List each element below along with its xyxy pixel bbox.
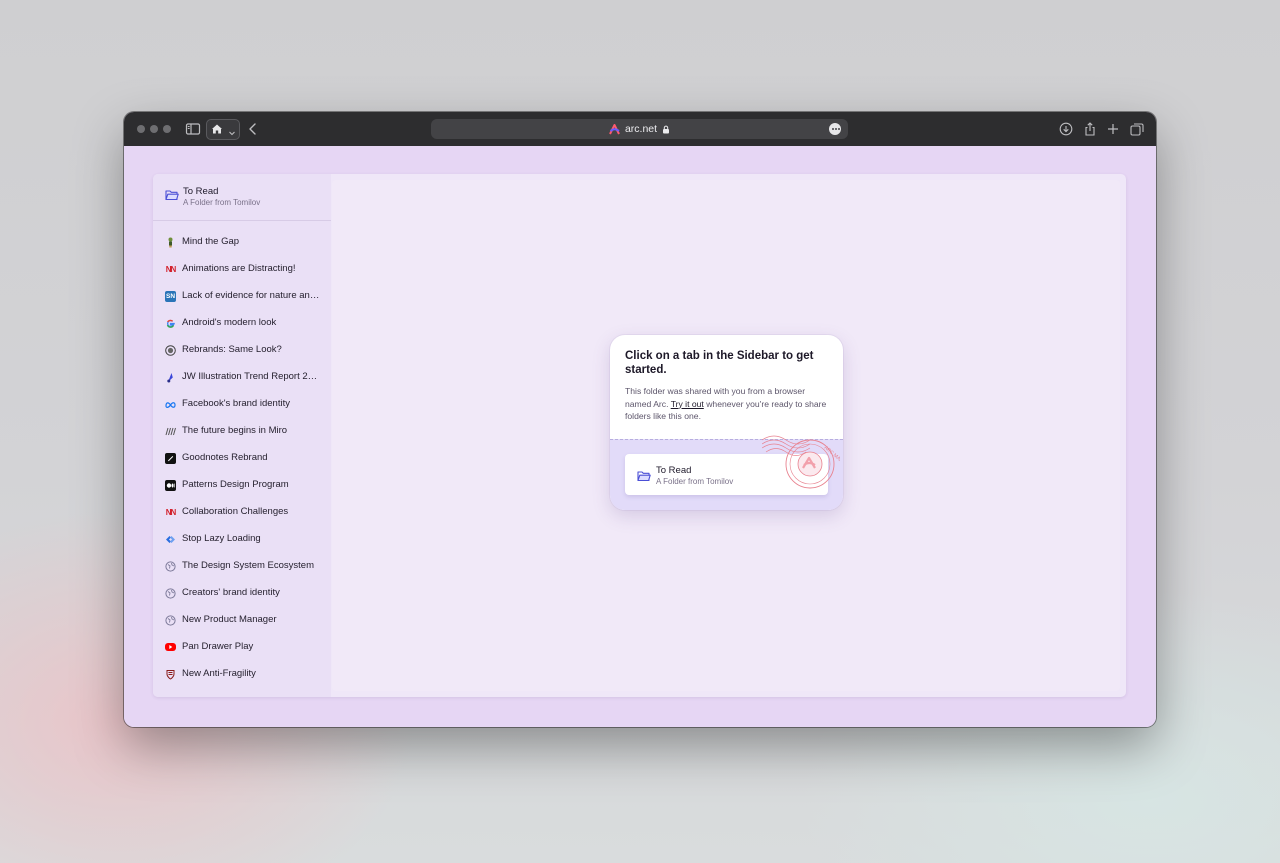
- sidebar-tab[interactable]: Android's modern look: [153, 313, 331, 335]
- new-tab-plus-icon[interactable]: [1105, 121, 1121, 137]
- back-arrow-icon[interactable]: [245, 121, 261, 137]
- badge-icon: [165, 345, 176, 356]
- tab-label: New Anti-Fragility: [182, 668, 256, 679]
- stamp-label: ARC MAIL: [823, 445, 840, 465]
- nn-icon: NN: [165, 265, 177, 274]
- sidebar-tab[interactable]: Facebook's brand identity: [153, 394, 331, 416]
- sidebar-tab[interactable]: New Product Manager: [153, 610, 331, 632]
- folder-viewer: To Read A Folder from Tomilov Mind the G…: [153, 174, 1126, 697]
- sidebar-tab[interactable]: Creators' brand identity: [153, 583, 331, 605]
- tab-label: Android's modern look: [182, 317, 277, 328]
- tab-label: The future begins in Miro: [182, 425, 288, 436]
- tab-label: Goodnotes Rebrand: [182, 452, 268, 463]
- folder-title: To Read: [183, 186, 219, 197]
- sn-icon: SN: [165, 291, 176, 302]
- sidebar-tab[interactable]: Rebrands: Same Look?: [153, 340, 331, 362]
- lock-icon: [662, 125, 670, 134]
- tab-label: The Design System Ecosystem: [182, 560, 314, 571]
- title-bar: arc.net: [124, 112, 1156, 146]
- goodnotes-icon: [165, 453, 176, 464]
- try-it-out-link[interactable]: Try it out: [671, 399, 704, 409]
- dialog-title: Click on a tab in the Sidebar to get sta…: [625, 350, 814, 376]
- download-icon[interactable]: [1058, 121, 1074, 137]
- youtube-icon: [165, 643, 176, 651]
- tab-label: Stop Lazy Loading: [182, 533, 261, 544]
- miro-icon: [165, 426, 176, 437]
- tab-label: Patterns Design Program: [182, 479, 289, 490]
- medium-icon: [165, 480, 176, 491]
- close-window-button[interactable]: [137, 125, 145, 133]
- tab-label: Collaboration Challenges: [182, 506, 289, 517]
- browser-content: To Read A Folder from Tomilov Mind the G…: [124, 146, 1156, 727]
- tab-label: Animations are Distracting!: [182, 263, 296, 274]
- address-bar[interactable]: arc.net: [431, 119, 848, 139]
- chevron-down-icon: [228, 124, 236, 136]
- sidebar-tab[interactable]: Patterns Design Program: [153, 475, 331, 497]
- sidebar-tab[interactable]: Pan Drawer Play: [153, 637, 331, 659]
- figure-icon: [165, 237, 176, 248]
- folder-icon: [637, 469, 651, 482]
- sidebar-toggle-icon[interactable]: [185, 121, 201, 137]
- tab-label: JW Illustration Trend Report 20…: [182, 371, 322, 382]
- minimize-window-button[interactable]: [150, 125, 158, 133]
- tab-overview-icon[interactable]: [1129, 121, 1145, 137]
- sidebar-tab[interactable]: New Anti-Fragility: [153, 664, 331, 686]
- link-icon: [165, 534, 176, 545]
- sidebar-tab[interactable]: Goodnotes Rebrand: [153, 448, 331, 470]
- dialog-body: This folder was shared with you from a b…: [625, 385, 830, 423]
- jw-icon: [165, 372, 176, 383]
- tab-label: Rebrands: Same Look?: [182, 344, 282, 355]
- tab-label: Lack of evidence for nature and…: [182, 290, 322, 301]
- sidebar-tab[interactable]: Mind the Gap: [153, 232, 331, 254]
- sidebar-tab[interactable]: The Design System Ecosystem: [153, 556, 331, 578]
- folder-subtitle: A Folder from Tomilov: [183, 198, 261, 207]
- globe-icon: [165, 561, 176, 572]
- nn-icon: NN: [165, 508, 177, 517]
- tab-label: Mind the Gap: [182, 236, 240, 247]
- main-panel: Click on a tab in the Sidebar to get sta…: [332, 180, 1120, 691]
- share-icon[interactable]: [1082, 121, 1098, 137]
- meta-icon: [165, 399, 176, 410]
- getting-started-dialog: Click on a tab in the Sidebar to get sta…: [610, 335, 843, 510]
- google-icon: [165, 318, 176, 329]
- shared-folder-subtitle: A Folder from Tomilov: [656, 477, 734, 486]
- shared-folder-title: To Read: [656, 465, 692, 476]
- folder-icon: [165, 188, 179, 201]
- tab-label: New Product Manager: [182, 614, 277, 625]
- home-button-group[interactable]: [206, 119, 240, 140]
- crest-icon: [165, 669, 176, 680]
- sidebar-tab[interactable]: SN Lack of evidence for nature and…: [153, 286, 331, 308]
- sidebar-tab[interactable]: Stop Lazy Loading: [153, 529, 331, 551]
- sidebar-tab[interactable]: NN Animations are Distracting!: [153, 259, 331, 281]
- arc-logo-icon: [609, 123, 620, 135]
- sidebar-tab[interactable]: JW Illustration Trend Report 20…: [153, 367, 331, 389]
- more-options-icon[interactable]: [829, 123, 841, 135]
- shared-folder-envelope: To Read A Folder from Tomilov ARC MAIL: [610, 435, 843, 510]
- globe-icon: [165, 615, 176, 626]
- tab-label: Facebook's brand identity: [182, 398, 290, 409]
- tab-label: Pan Drawer Play: [182, 641, 254, 652]
- url-text: arc.net: [624, 123, 658, 135]
- globe-icon: [165, 588, 176, 599]
- zoom-window-button[interactable]: [163, 125, 171, 133]
- sidebar: To Read A Folder from Tomilov Mind the G…: [153, 174, 331, 697]
- folder-header[interactable]: To Read A Folder from Tomilov: [153, 174, 331, 221]
- browser-window: arc.net To Read A Folder from Tomilov Mi…: [124, 112, 1156, 727]
- home-icon: [211, 122, 223, 134]
- sidebar-tab[interactable]: NN Collaboration Challenges: [153, 502, 331, 524]
- sidebar-tab[interactable]: The future begins in Miro: [153, 421, 331, 443]
- arc-mail-stamp-icon: ARC MAIL: [761, 426, 843, 492]
- tab-label: Creators' brand identity: [182, 587, 280, 598]
